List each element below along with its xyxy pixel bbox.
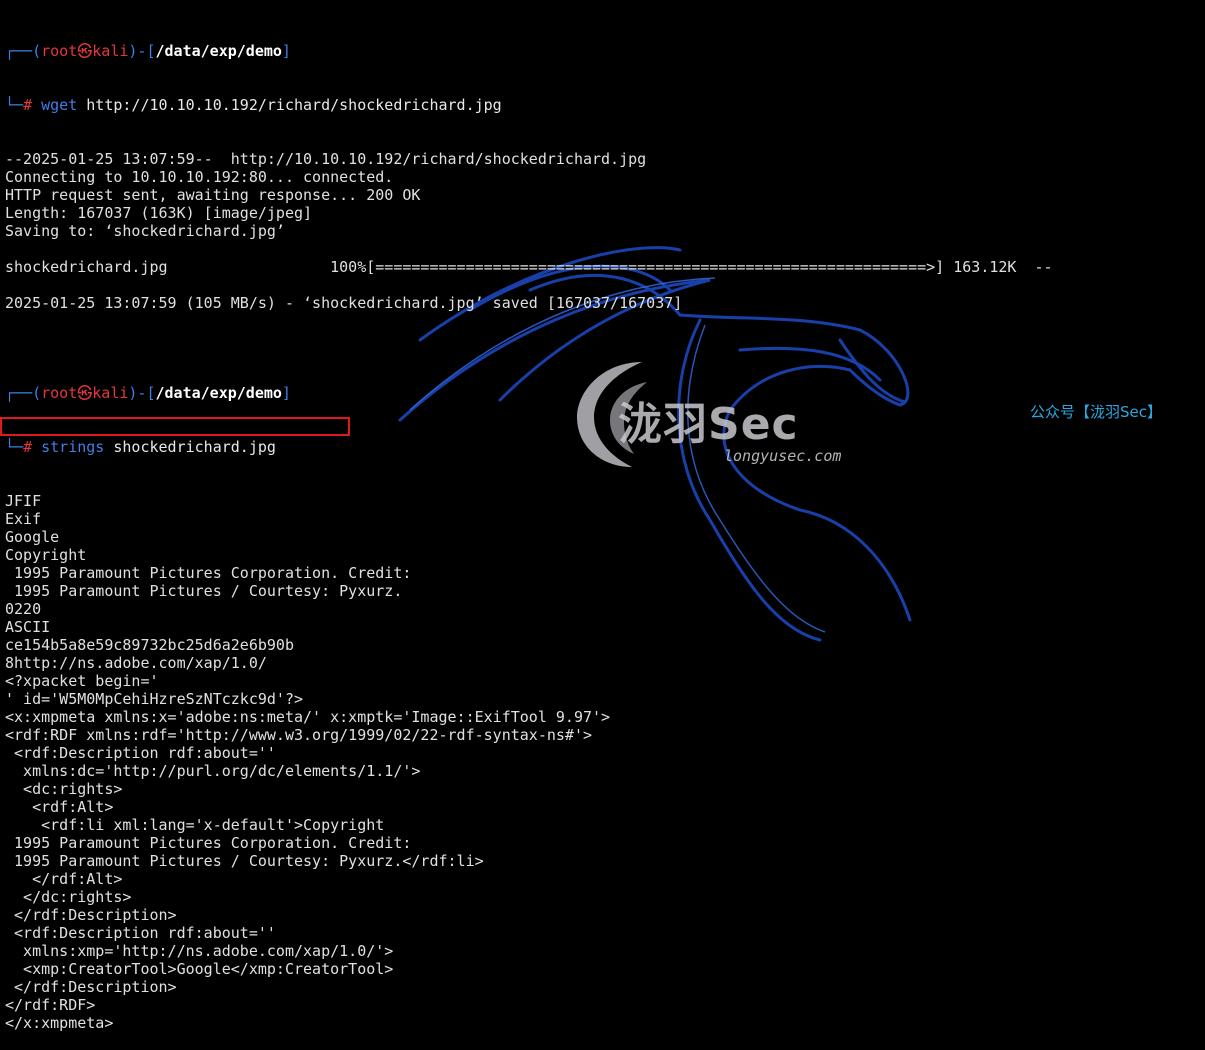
channel-label: 公众号【泷羽Sec】 — [1030, 403, 1162, 421]
output-line: 2025-01-25 13:07:59 (105 MB/s) - ‘shocke… — [5, 294, 683, 312]
prompt-host: kali — [92, 384, 129, 402]
output-line: xmlns:xmp='http://ns.adobe.com/xap/1.0/'… — [5, 942, 394, 960]
output-line: </rdf:RDF> — [5, 996, 96, 1014]
command-args: shockedrichard.jpg — [113, 438, 276, 456]
command-name: wget — [41, 96, 78, 114]
output-line: ' id='W5M0MpCehiHzreSzNTczkc9d'?> — [5, 690, 304, 708]
wget-output: --2025-01-25 13:07:59-- http://10.10.10.… — [5, 150, 1205, 348]
prompt-path: /data/exp/demo — [155, 42, 282, 60]
output-line: 1995 Paramount Pictures / Courtesy: Pyxu… — [5, 582, 403, 600]
output-line: <rdf:Description rdf:about='' — [5, 744, 276, 762]
prompt-frame: )-[ — [128, 384, 156, 402]
output-line: <xmp:CreatorTool>Google</xmp:CreatorTool… — [5, 960, 394, 978]
hash-highlight-box — [0, 417, 350, 436]
output-line: </rdf:Alt> — [5, 870, 123, 888]
watermark-name: 泷羽Sec — [618, 399, 799, 450]
output-line: HTTP request sent, awaiting response... … — [5, 186, 421, 204]
output-line: </x:xmpmeta> — [5, 1014, 114, 1032]
prompt-user: root — [41, 384, 78, 402]
strings-output: JFIF Exif Google Copyright 1995 Paramount P… — [5, 492, 1205, 1032]
output-line: </dc:rights> — [5, 888, 132, 906]
output-line: Exif — [5, 510, 42, 528]
prompt-hash: # — [23, 438, 33, 456]
prompt-path: /data/exp/demo — [155, 384, 282, 402]
output-line: 1995 Paramount Pictures Corporation. Cre… — [5, 834, 412, 852]
highlighted-hash-line: ce154b5a8e59c89732bc25d6a2e6b90b — [5, 636, 294, 654]
output-line: <rdf:RDF xmlns:rdf='http://www.w3.org/19… — [5, 726, 592, 744]
prompt-at-symbol: ㉿ — [77, 42, 93, 60]
output-line: --2025-01-25 13:07:59-- http://10.10.10.… — [5, 150, 647, 168]
command-name: strings — [41, 438, 105, 456]
command-line: └─# wget http://10.10.10.192/richard/sho… — [5, 96, 1205, 114]
output-line: 0220 — [5, 600, 42, 618]
output-line: 1995 Paramount Pictures / Courtesy: Pyxu… — [5, 852, 484, 870]
output-line: Saving to: ‘shockedrichard.jpg’ — [5, 222, 285, 240]
prompt-corner: └─ — [5, 438, 24, 456]
prompt-at-symbol: ㉿ — [77, 384, 93, 402]
output-line: Copyright — [5, 546, 87, 564]
prompt-host: kali — [92, 42, 129, 60]
prompt-frame: )-[ — [128, 42, 156, 60]
output-line: </rdf:Description> — [5, 978, 177, 996]
output-line: <rdf:Description rdf:about='' — [5, 924, 276, 942]
output-line: Length: 167037 (163K) [image/jpeg] — [5, 204, 313, 222]
prompt-line: ┌──(root㉿kali)-[/data/exp/demo] — [5, 42, 1205, 60]
output-line: <dc:rights> — [5, 780, 123, 798]
output-line: JFIF — [5, 492, 42, 510]
output-line: Connecting to 10.10.10.192:80... connect… — [5, 168, 394, 186]
prompt-user: root — [41, 42, 78, 60]
output-line: </rdf:Description> — [5, 906, 177, 924]
output-line: shockedrichard.jpg 100%[================… — [5, 258, 1053, 276]
prompt-frame: ┌──( — [5, 42, 42, 60]
output-line: <?xpacket begin=' — [5, 672, 159, 690]
prompt-corner: └─ — [5, 96, 24, 114]
prompt-hash: # — [23, 96, 33, 114]
output-line: Google — [5, 528, 60, 546]
prompt-frame: ] — [281, 42, 291, 60]
output-line: 8http://ns.adobe.com/xap/1.0/ — [5, 654, 267, 672]
output-line: ASCII — [5, 618, 51, 636]
watermark-site: longyusec.com — [724, 447, 842, 465]
prompt-frame: ┌──( — [5, 384, 42, 402]
prompt-frame: ] — [281, 384, 291, 402]
output-line: 1995 Paramount Pictures Corporation. Cre… — [5, 564, 412, 582]
output-line: <rdf:Alt> — [5, 798, 114, 816]
output-line: <x:xmpmeta xmlns:x='adobe:ns:meta/' x:xm… — [5, 708, 611, 726]
output-line: xmlns:dc='http://purl.org/dc/elements/1.… — [5, 762, 421, 780]
output-line: <rdf:li xml:lang='x-default'>Copyright — [5, 816, 385, 834]
command-args: http://10.10.10.192/richard/shockedricha… — [86, 96, 502, 114]
